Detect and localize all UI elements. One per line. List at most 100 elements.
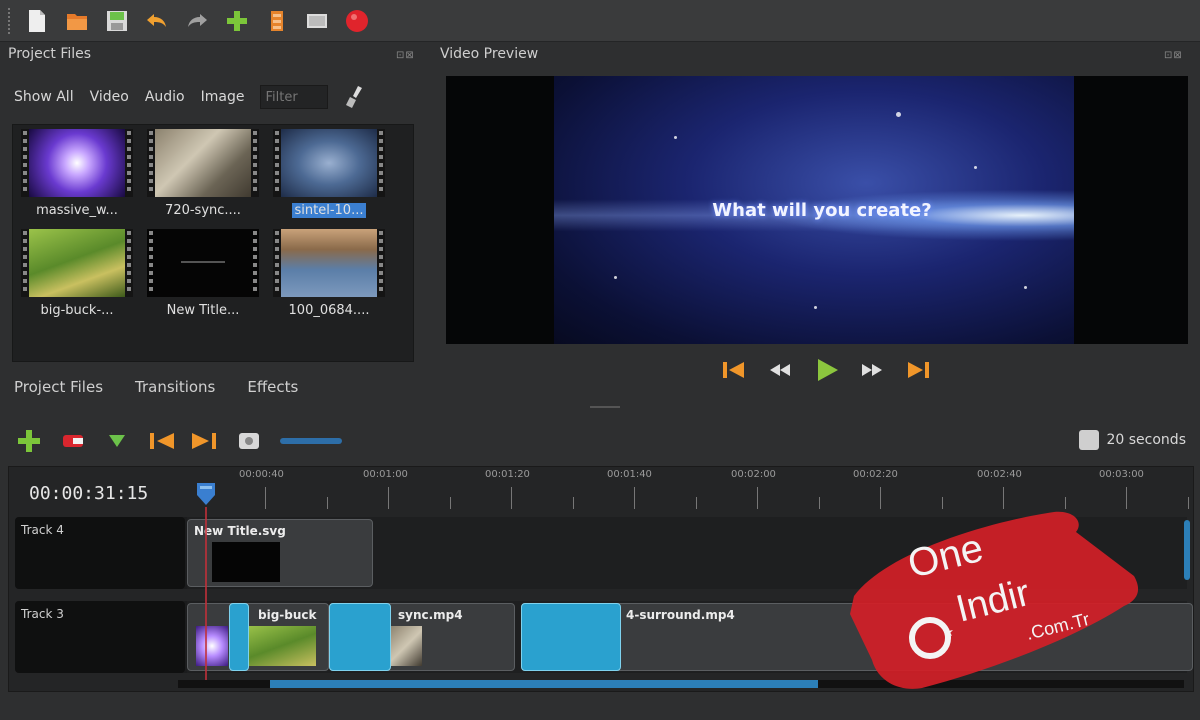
filter-show-all[interactable]: Show All	[14, 89, 74, 105]
transition-clip[interactable]	[329, 603, 391, 671]
clip-label: sync.mp4	[398, 608, 463, 622]
ruler-tick	[1003, 487, 1004, 509]
video-preview-canvas[interactable]: What will you create?	[446, 76, 1188, 344]
add-marker-icon[interactable]	[102, 426, 132, 456]
ruler-label: 00:03:00	[1099, 469, 1144, 480]
track-name: Track 4	[21, 523, 64, 537]
file-item[interactable]: 720-sync....	[141, 129, 265, 218]
track-header[interactable]: Track 3	[15, 601, 185, 673]
zoom-icon[interactable]	[234, 426, 264, 456]
filter-video[interactable]: Video	[90, 89, 129, 105]
tab-project-files[interactable]: Project Files	[14, 378, 103, 396]
star	[1024, 286, 1027, 289]
track-name: Track 3	[21, 607, 64, 621]
timeline-toolbar	[14, 424, 342, 458]
snap-magnet-icon[interactable]	[58, 426, 88, 456]
open-project-icon[interactable]	[62, 6, 92, 36]
ruler-label: 00:02:40	[977, 469, 1022, 480]
transition-clip[interactable]	[229, 603, 249, 671]
ruler-tick	[511, 487, 512, 509]
profile-icon[interactable]	[262, 6, 292, 36]
star	[614, 276, 617, 279]
play-icon[interactable]	[812, 356, 840, 384]
export-icon[interactable]	[342, 6, 372, 36]
jump-start-icon[interactable]	[720, 356, 748, 384]
ruler-tick	[265, 487, 266, 509]
transition-clip[interactable]	[521, 603, 621, 671]
zoom-level: 20 seconds	[1078, 430, 1186, 450]
ruler-tick	[880, 487, 881, 509]
panel-splitter[interactable]	[590, 406, 620, 410]
file-thumbnail	[147, 129, 259, 197]
rewind-icon[interactable]	[766, 356, 794, 384]
filter-input[interactable]	[260, 85, 329, 109]
timeline-vertical-scrollbar[interactable]	[1184, 520, 1190, 580]
new-project-icon[interactable]	[22, 6, 52, 36]
video-overlay-text: What will you create?	[712, 200, 932, 221]
clip-label: New Title.svg	[194, 524, 286, 538]
project-files-grid: massive_w... 720-sync.... sintel-10... b…	[12, 124, 414, 362]
grip-icon[interactable]	[8, 7, 12, 34]
star	[974, 166, 977, 169]
ruler-tick	[1126, 487, 1127, 509]
playhead-handle[interactable]	[195, 481, 217, 507]
undo-icon[interactable]	[142, 6, 172, 36]
ruler-tick	[818, 497, 820, 509]
dock-controls-icon[interactable]: ⊡⊠	[1164, 50, 1183, 61]
scrollbar-thumb[interactable]	[270, 680, 818, 688]
file-item[interactable]: big-buck-...	[15, 229, 139, 318]
file-item-selected[interactable]: sintel-10...	[267, 129, 391, 218]
file-thumbnail	[273, 229, 385, 297]
timecode-display: 00:00:31:15	[29, 483, 149, 504]
track-header[interactable]: Track 4	[15, 517, 185, 589]
file-item[interactable]: massive_w...	[15, 129, 139, 218]
save-project-icon[interactable]	[102, 6, 132, 36]
clip-thumbnail	[246, 626, 316, 666]
import-files-icon[interactable]	[222, 6, 252, 36]
redo-icon[interactable]	[182, 6, 212, 36]
timeline-ruler[interactable]: 00:00:40 00:01:00 00:01:20 00:01:40 00:0…	[185, 467, 1189, 513]
video-preview-title: Video Preview	[440, 46, 539, 62]
ruler-tick	[634, 487, 635, 509]
add-track-icon[interactable]	[14, 426, 44, 456]
file-thumbnail	[21, 229, 133, 297]
ruler-tick	[388, 487, 389, 509]
clip-thumbnail	[390, 626, 422, 666]
star	[674, 136, 677, 139]
clip-label: big-buck	[258, 608, 317, 622]
file-thumbnail	[21, 129, 133, 197]
ruler-tick	[1064, 497, 1066, 509]
ruler-tick	[757, 487, 758, 509]
ruler-tick	[1187, 497, 1189, 509]
file-item[interactable]: 100_0684....	[267, 229, 391, 318]
star	[896, 112, 901, 117]
fullscreen-icon[interactable]	[302, 6, 332, 36]
zoom-scale-icon	[1078, 430, 1099, 450]
filter-image[interactable]: Image	[201, 89, 245, 105]
timeline-clip[interactable]: big-buck	[187, 603, 329, 671]
fast-forward-icon[interactable]	[858, 356, 886, 384]
timeline-clip[interactable]: New Title.svg	[187, 519, 373, 587]
next-marker-icon[interactable]	[190, 426, 220, 456]
ruler-tick	[941, 497, 943, 509]
star	[814, 306, 817, 309]
dock-controls-icon[interactable]: ⊡⊠	[396, 50, 415, 61]
tab-transitions[interactable]: Transitions	[135, 378, 215, 396]
clear-filter-icon[interactable]	[344, 84, 366, 110]
playback-controls	[720, 356, 932, 384]
ruler-label: 00:00:40	[239, 469, 284, 480]
clip-thumbnail	[212, 542, 280, 582]
file-item[interactable]: New Title...	[141, 229, 265, 318]
ruler-label: 00:02:20	[853, 469, 898, 480]
previous-marker-icon[interactable]	[146, 426, 176, 456]
ruler-label: 00:02:00	[731, 469, 776, 480]
panel-tabs: Project Files Transitions Effects	[14, 378, 298, 396]
zoom-slider[interactable]	[280, 438, 342, 444]
clip-label: 4-surround.mp4	[626, 608, 735, 622]
filter-audio[interactable]: Audio	[145, 89, 185, 105]
tab-effects[interactable]: Effects	[247, 378, 298, 396]
jump-end-icon[interactable]	[904, 356, 932, 384]
oneindir-watermark-logo: One Indir .Com.Tr	[850, 511, 1139, 689]
playhead-line	[205, 507, 207, 685]
ruler-tick	[326, 497, 328, 509]
